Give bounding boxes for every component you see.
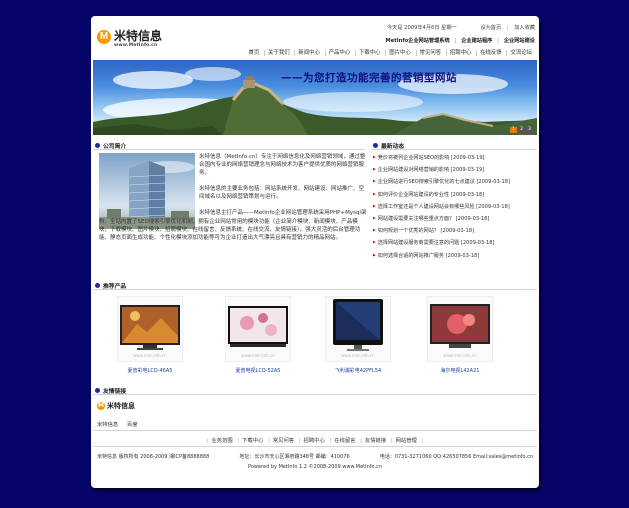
slide-3-button[interactable]: 3 — [526, 127, 533, 133]
divider — [371, 149, 537, 150]
current-date: 今天是 2009年4月6日 星期一 — [386, 25, 457, 31]
section-bullet-icon — [373, 143, 378, 148]
section-bullet-icon — [95, 388, 100, 393]
friend-logo-text: 米特信息 — [107, 402, 135, 410]
news-list: 竞价将被列企业网站SEO的影响 [2009-03-19] 企业网站建设对网络营销… — [373, 152, 533, 262]
company-paragraph-1: 米特信息（MetInfo.cn）专注于网络信息化及网络营销领域，通过整合国内专业… — [199, 154, 366, 177]
product-watermark: www.met.info.cn — [443, 353, 477, 358]
company-paragraph-3: 米特信息主打产品——MetInfo企业网站管理系统采用PHP+Mysql架构，全… — [99, 210, 367, 241]
news-item[interactable]: 企业网站进行SEO搜索引擎优化的七点建议 [2009-03-18] — [373, 176, 533, 188]
logo-m-icon: M — [97, 402, 105, 410]
product-image: www.met.info.cn — [224, 295, 292, 363]
site-logo[interactable]: M 米特信息 www.MetInfo.cn — [97, 30, 162, 48]
logo-url: www.MetInfo.cn — [114, 43, 158, 48]
footer-link-friends[interactable]: 友情链接 — [363, 438, 388, 444]
friend-link-metinfo[interactable]: 米特信息 — [97, 422, 118, 428]
footer-contact: 电话：0731-3271060 QQ:426507856 Email:sales… — [379, 454, 533, 460]
footer-link-message[interactable]: 在线留言 — [332, 438, 357, 444]
product-watermark: www.met.info.cn — [133, 353, 167, 358]
nav-images[interactable]: 图片中心 — [385, 50, 414, 56]
banner-slogan: ——为您打造功能完善的营销型网站 — [281, 72, 457, 84]
nav-faq[interactable]: 常见问答 — [415, 50, 445, 56]
product-card[interactable]: www.met.info.cn 飞利浦彩电42PFL54 — [324, 295, 392, 374]
product-name[interactable]: 飞利浦彩电42PFL54 — [325, 367, 391, 374]
section-bullet-icon — [95, 283, 100, 288]
divider — [93, 149, 365, 150]
footer-link-admin[interactable]: 网站管理 — [394, 438, 419, 444]
product-watermark: www.met.info.cn — [241, 353, 275, 358]
top-utility-bar: 今天是 2009年4月6日 星期一 设为首页 | 加入收藏 — [386, 25, 535, 31]
divider — [93, 394, 537, 395]
product-image: www.met.info.cn — [426, 295, 494, 363]
sub-links: MetInfo企业网站管理系统 | 企业建站程序 | 企业网站建设 — [385, 38, 535, 44]
nav-feedback[interactable]: 在线反馈 — [476, 50, 505, 56]
sub-link-program[interactable]: 企业建站程序 — [461, 38, 492, 44]
company-paragraph-2: 米特信息的主要业务包括：网站系统开发、网站建设、网站推广、空间域名以及网络营销策… — [199, 186, 365, 201]
product-watermark: www.met.info.cn — [341, 353, 375, 358]
product-card[interactable]: www.met.info.cn 夏普彩电LCD-46A5 — [116, 295, 184, 374]
product-grid: www.met.info.cn 夏普彩电LCD-46A5 www.met.inf… — [91, 295, 539, 388]
footer-link-downloads[interactable]: 下载中心 — [240, 438, 265, 444]
footer-link-jobs[interactable]: 招聘中心 — [302, 438, 327, 444]
friend-link-logo[interactable]: M 米特信息 — [97, 401, 135, 411]
product-name[interactable]: 夏普电视LCD-52A5 — [225, 367, 291, 374]
footer-address: 地址：长沙市天心区湘府路348号 邮编：410076 — [239, 454, 350, 460]
news-item[interactable]: 企业网站建设对网络营销的影响 [2009-03-19] — [373, 164, 533, 176]
footer-link-business[interactable]: 业务范围 — [209, 438, 234, 444]
set-home-link[interactable]: 设为首页 — [480, 25, 501, 31]
news-item[interactable]: 选择工作室还是个人建设网站会有哪些风险 [2009-03-18] — [373, 201, 533, 213]
news-item[interactable]: 如何规划一个优秀的网站？ [2009-03-18] — [373, 225, 533, 237]
product-name[interactable]: 海尔电视L42A21 — [427, 367, 493, 374]
divider — [93, 446, 537, 447]
divider — [93, 430, 537, 431]
slide-2-button[interactable]: 2 — [518, 127, 525, 133]
nav-products[interactable]: 产品中心 — [324, 50, 354, 56]
page-container: 今天是 2009年4月6日 星期一 设为首页 | 加入收藏 M 米特信息 www… — [91, 16, 539, 488]
nav-downloads[interactable]: 下载中心 — [354, 50, 384, 56]
news-item[interactable]: 如何选择合适的网站推广服务 [2009-03-18] — [373, 250, 533, 262]
divider — [93, 289, 537, 290]
hero-banner[interactable]: ——为您打造功能完善的营销型网站 1 2 3 — [93, 60, 537, 135]
slide-pager: 1 2 3 — [510, 127, 533, 133]
footer-info: 米特信息 版权所有 2008-2009 湘ICP备8888888 地址：长沙市天… — [97, 453, 533, 460]
footer-powered-by: Powered by MetInfo 1.2 ©2008-2009 www.Me… — [248, 464, 382, 470]
logo-m-icon: M — [97, 30, 111, 44]
main-nav: 首页 关于我们 新闻中心 产品中心 下载中心 图片中心 常见问答 招聘中心 在线… — [246, 48, 535, 56]
product-card[interactable]: www.met.info.cn 夏普电视LCD-52A5 — [224, 295, 292, 374]
footer-nav: | 业务范围 | 下载中心 | 常见问答 | 招聘中心 | 在线留言 | 友情链接 | 网站管… — [206, 438, 424, 444]
add-favorite-link[interactable]: 加入收藏 — [514, 25, 535, 31]
friend-text-links: 米特信息 百度 — [97, 420, 145, 428]
friend-link-baidu[interactable]: 百度 — [127, 422, 138, 428]
product-card[interactable]: www.met.info.cn 海尔电视L42A21 — [426, 295, 494, 374]
slide-1-button[interactable]: 1 — [510, 127, 517, 133]
news-item[interactable]: 竞价将被列企业网站SEO的影响 [2009-03-19] — [373, 152, 533, 164]
nav-news[interactable]: 新闻中心 — [294, 50, 323, 56]
footer-link-faq[interactable]: 常见问答 — [271, 438, 296, 444]
product-image: www.met.info.cn — [324, 295, 392, 363]
nav-about[interactable]: 关于我们 — [264, 50, 293, 56]
news-item[interactable]: 网站建设需要关注哪些重点方面？ [2009-03-18] — [373, 213, 533, 225]
nav-forum[interactable]: 交流论坛 — [506, 50, 535, 56]
sub-link-cms[interactable]: MetInfo企业网站管理系统 — [386, 38, 450, 44]
nav-jobs[interactable]: 招聘中心 — [445, 50, 475, 56]
product-name[interactable]: 夏普彩电LCD-46A5 — [117, 367, 183, 374]
sub-link-build[interactable]: 企业网站建设 — [504, 38, 535, 44]
footer-copyright: 米特信息 版权所有 2008-2009 湘ICP备8888888 — [97, 454, 210, 460]
section-bullet-icon — [95, 143, 100, 148]
logo-name: 米特信息 — [114, 29, 163, 43]
nav-home[interactable]: 首页 — [246, 50, 263, 56]
company-intro-text: 米特信息（MetInfo.cn）专注于网络信息化及网络营销领域，通过整合国内专业… — [99, 153, 367, 250]
news-item[interactable]: 选择网站建设服务商需要注意的问题 [2009-03-18] — [373, 237, 533, 249]
product-image: www.met.info.cn — [116, 295, 184, 363]
news-item[interactable]: 如何评价企业网站建设的专业性 [2009-03-18] — [373, 189, 533, 201]
